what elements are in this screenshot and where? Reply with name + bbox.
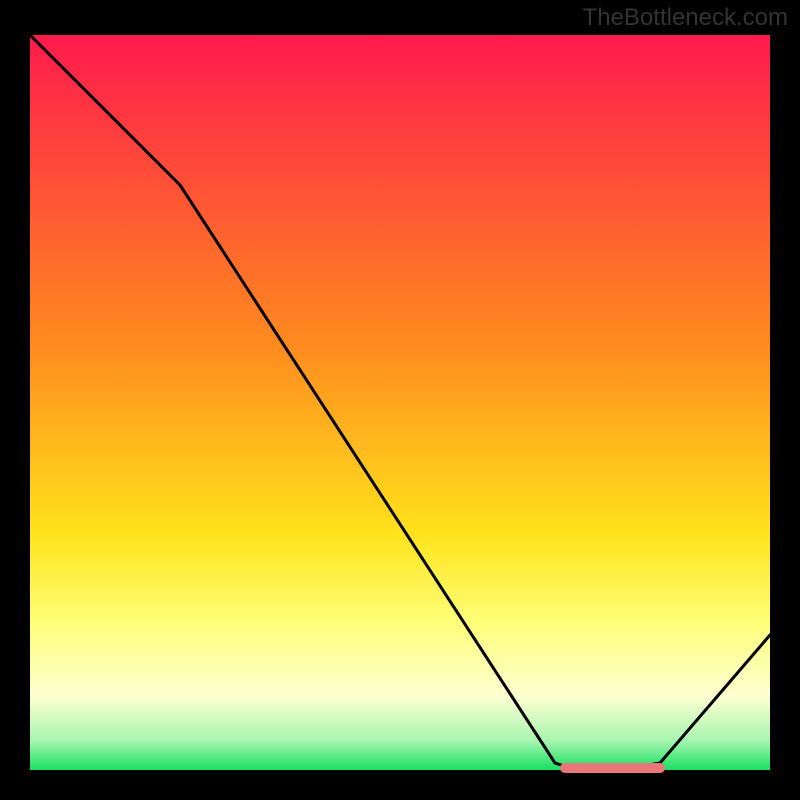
chart-container: TheBottleneck.com xyxy=(0,0,800,800)
bottleneck-plot xyxy=(0,0,800,800)
watermark-text: TheBottleneck.com xyxy=(583,4,788,32)
